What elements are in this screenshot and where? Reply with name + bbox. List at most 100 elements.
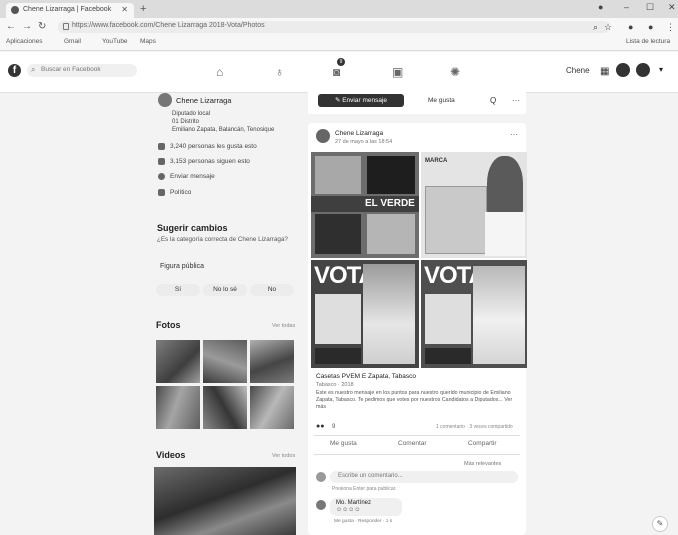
header-profile-link[interactable]: Chene	[566, 66, 590, 75]
zoom-icon[interactable]: ⌕	[593, 22, 598, 33]
lock-icon[interactable]	[63, 23, 69, 30]
comment-actions[interactable]: Me gusta · Responder · 1 s	[334, 519, 392, 524]
comment-avatar	[316, 472, 326, 482]
comment-hint: Presiona Enter para publicar.	[332, 486, 397, 492]
url-text: https://www.facebook.com/Chene Lizarraga…	[72, 22, 265, 29]
photos-see-all-link[interactable]: Ver todas	[272, 323, 295, 329]
divider	[314, 454, 520, 455]
reload-icon[interactable]: ↻	[38, 21, 46, 32]
photo-thumb[interactable]	[156, 340, 200, 383]
tab-title: Chene Lizarraga | Facebook	[23, 6, 112, 13]
photo-thumb[interactable]	[156, 386, 200, 429]
friends-icon[interactable]: ♁	[275, 65, 284, 79]
grid-image-1[interactable]: EL VERDE	[311, 152, 419, 258]
star-icon[interactable]: ☆	[604, 22, 612, 33]
page-more-icon[interactable]: ···	[512, 96, 520, 105]
answer-yes-button[interactable]: Sí	[156, 284, 200, 296]
followers-count: 3,153 personas siguen esto	[170, 158, 250, 165]
maximize-button[interactable]: ☐	[646, 2, 654, 13]
facebook-search-input[interactable]: Buscar en Facebook	[27, 64, 137, 77]
comment-placeholder: Escribe un comentario...	[338, 473, 403, 479]
comments-shares-count[interactable]: 1 comentario · 3 veces compartido	[436, 424, 513, 430]
commenter-avatar[interactable]	[316, 500, 326, 510]
comment-sort-dropdown[interactable]: Más relevantes	[464, 461, 501, 467]
photos-title: Fotos	[156, 320, 181, 330]
photo-thumb[interactable]	[250, 386, 294, 429]
notifications-icon[interactable]	[636, 63, 650, 77]
grid-image-4[interactable]: VOTA	[421, 260, 527, 368]
menu-dots-icon[interactable]: ⋮	[666, 22, 675, 33]
likes-count: 3,240 personas les gusta esto	[170, 143, 257, 150]
photo-thumb[interactable]	[203, 386, 247, 429]
profile-name[interactable]: Chene Lizarraga	[176, 96, 231, 105]
comment-input[interactable]: Escribe un comentario...	[330, 471, 518, 483]
bookmark-maps[interactable]: Maps	[140, 38, 156, 45]
minimize-button[interactable]: –	[624, 2, 629, 12]
browser-tab[interactable]: Chene Lizarraga | Facebook ✕	[6, 3, 134, 18]
back-arrow-icon[interactable]: ←	[6, 21, 16, 32]
post-date[interactable]: 27 de mayo a las 18:54	[335, 139, 392, 145]
post-options-icon[interactable]: ···	[510, 130, 518, 139]
reading-list[interactable]: Lista de lectura	[626, 38, 670, 45]
new-message-icon[interactable]: ✎	[652, 516, 668, 532]
bookmark-apps[interactable]: Aplicaciones	[6, 38, 43, 45]
bookmark-gmail[interactable]: Gmail	[64, 38, 81, 45]
bookmark-youtube[interactable]: YouTube	[102, 38, 128, 45]
post-caption-title[interactable]: Casetas PVEM E Zapata, Tabasco	[316, 373, 416, 380]
answer-unsure-button[interactable]: No lo sé	[203, 284, 247, 296]
url-bar[interactable]: https://www.facebook.com/Chene Lizarraga…	[58, 21, 610, 33]
video-thumbnail[interactable]	[154, 467, 296, 535]
like-action-button[interactable]: Me gusta	[330, 440, 357, 447]
watch-icon[interactable]: ◙	[333, 65, 340, 79]
profile-location: Emiliano Zapata, Balancán, Tenosique	[172, 127, 275, 133]
like-icon	[158, 143, 165, 150]
new-tab-button[interactable]: +	[140, 3, 146, 15]
menu-grid-icon[interactable]: ▦	[600, 66, 609, 77]
account-menu-icon[interactable]: ▾	[656, 63, 670, 77]
profile-category: Político	[170, 189, 192, 196]
account-icon[interactable]: ●	[628, 22, 633, 32]
share-action-button[interactable]: Compartir	[468, 440, 497, 447]
send-message-button[interactable]: ✎ Enviar mensaje	[318, 94, 404, 107]
category-value: Figura pública	[160, 263, 204, 270]
photo-thumb[interactable]	[203, 340, 247, 383]
grid-image-2[interactable]: MARCA	[421, 152, 527, 258]
reactions-count[interactable]: 9	[332, 424, 335, 430]
category-icon	[158, 189, 165, 196]
page-search-icon[interactable]: Q	[490, 96, 496, 105]
post-caption-body: Este es nuestro mensaje en los puntos pa…	[316, 390, 513, 410]
post-author-avatar[interactable]	[316, 129, 330, 143]
forward-arrow-icon[interactable]: →	[22, 21, 32, 32]
post-image-grid[interactable]: EL VERDE MARCA VOTA VOTA	[311, 152, 527, 368]
suggest-question: ¿Es la categoría correcta de Chene Lizar…	[157, 236, 288, 243]
photo-thumb[interactable]	[250, 340, 294, 383]
close-window-button[interactable]: ✕	[668, 2, 676, 13]
grid-image-3[interactable]: VOTA	[311, 260, 419, 368]
marketplace-icon[interactable]: ▣	[392, 65, 403, 79]
profile-dot-icon[interactable]: ●	[598, 2, 603, 12]
answer-no-button[interactable]: No	[250, 284, 294, 296]
profile-role: Diputado local	[172, 111, 211, 117]
emoji-comment-icon: ☺☺☺☺	[336, 507, 361, 513]
profile-avatar[interactable]	[158, 93, 172, 107]
messenger-icon[interactable]	[616, 63, 630, 77]
reactions-icon[interactable]: ●●	[316, 423, 324, 430]
el-verde-text: EL VERDE	[365, 198, 415, 209]
search-icon: ⌕	[31, 65, 36, 74]
commenter-name[interactable]: Mo. Martínez	[336, 500, 371, 506]
profile-district: 01 Distrito	[172, 119, 200, 125]
post-author[interactable]: Chene Lizarraga	[335, 130, 383, 137]
comment-action-button[interactable]: Comentar	[398, 440, 427, 447]
facebook-logo-icon[interactable]: f	[8, 64, 21, 77]
like-page-button[interactable]: Me gusta	[428, 97, 455, 104]
home-icon[interactable]: ⌂	[216, 65, 223, 79]
close-tab-icon[interactable]: ✕	[121, 5, 128, 14]
videos-see-all-link[interactable]: Ver todos	[272, 453, 295, 459]
send-message-link[interactable]: Enviar mensaje	[170, 173, 215, 180]
groups-icon[interactable]: ✺	[450, 65, 460, 79]
search-placeholder: Buscar en Facebook	[41, 66, 101, 73]
account-icon-2[interactable]: ●	[648, 22, 653, 32]
post-caption-sub: Tabasco · 2018	[316, 382, 354, 388]
messenger-small-icon	[158, 173, 165, 180]
followers-icon	[158, 158, 165, 165]
